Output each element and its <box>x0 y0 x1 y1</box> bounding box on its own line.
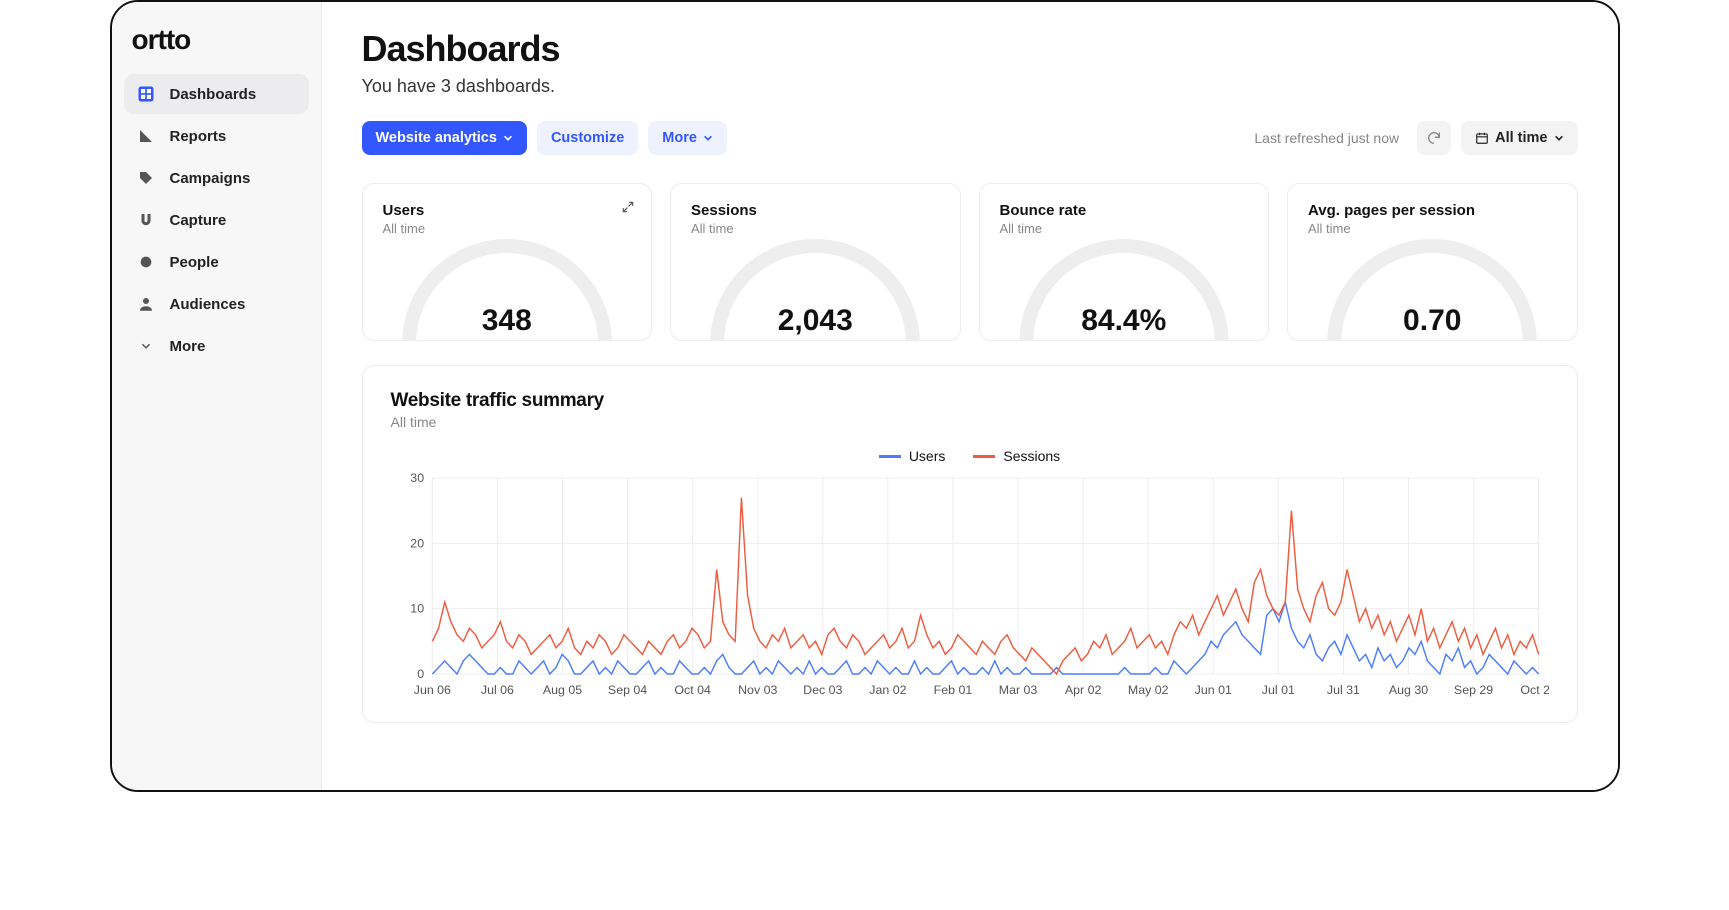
kpi-subtitle: All time <box>383 221 632 236</box>
kpi-gauge: 84.4% <box>1000 244 1249 341</box>
triangle-icon <box>136 126 156 146</box>
kpi-card-users[interactable]: Users All time 348 <box>362 183 653 341</box>
svg-text:May 02: May 02 <box>1127 683 1168 697</box>
svg-text:Oct 04: Oct 04 <box>674 683 711 697</box>
page-subtitle: You have 3 dashboards. <box>362 76 1578 97</box>
legend-swatch-users <box>879 455 901 458</box>
svg-text:30: 30 <box>410 472 424 485</box>
legend-item-sessions: Sessions <box>973 448 1060 464</box>
sidebar-item-campaigns[interactable]: Campaigns <box>124 158 309 198</box>
sidebar-item-label: Campaigns <box>170 170 251 187</box>
expand-icon[interactable] <box>621 200 635 219</box>
dashboard-selector-label: Website analytics <box>376 130 497 146</box>
svg-text:Mar 03: Mar 03 <box>998 683 1037 697</box>
kpi-gauge: 0.70 <box>1308 244 1557 341</box>
svg-text:10: 10 <box>410 602 424 616</box>
chart-legend: Users Sessions <box>391 448 1549 464</box>
refresh-button[interactable] <box>1417 121 1451 155</box>
customize-button[interactable]: Customize <box>537 121 638 155</box>
kpi-value: 2,043 <box>691 304 940 338</box>
chevron-down-icon <box>136 336 156 356</box>
kpi-value: 0.70 <box>1308 304 1557 338</box>
kpi-value: 84.4% <box>1000 304 1249 338</box>
sidebar-item-dashboards[interactable]: Dashboards <box>124 74 309 114</box>
kpi-title: Users <box>383 202 632 219</box>
svg-text:Aug 05: Aug 05 <box>542 683 581 697</box>
sidebar-item-label: People <box>170 254 219 271</box>
kpi-value: 348 <box>383 304 632 338</box>
kpi-gauge: 2,043 <box>691 244 940 341</box>
dashboard-selector-button[interactable]: Website analytics <box>362 121 527 155</box>
svg-text:Nov 03: Nov 03 <box>738 683 777 697</box>
svg-text:Oct 29: Oct 29 <box>1520 683 1549 697</box>
kpi-gauge: 348 <box>383 244 632 341</box>
traffic-summary-card: Website traffic summary All time Users S… <box>362 365 1578 723</box>
legend-label-sessions: Sessions <box>1003 448 1060 464</box>
chevron-down-icon <box>503 133 513 143</box>
kpi-title: Avg. pages per session <box>1308 202 1557 219</box>
refresh-icon <box>1426 130 1442 146</box>
legend-label-users: Users <box>909 448 946 464</box>
svg-text:Sep 29: Sep 29 <box>1453 683 1492 697</box>
magnet-icon <box>136 210 156 230</box>
sidebar-item-label: Dashboards <box>170 86 257 103</box>
svg-text:Jul 06: Jul 06 <box>480 683 513 697</box>
calendar-icon <box>1475 131 1489 145</box>
traffic-subtitle: All time <box>391 414 1549 430</box>
sidebar-item-label: Reports <box>170 128 227 145</box>
sidebar-nav: Dashboards Reports Campaigns Capture People A… <box>124 74 309 366</box>
sidebar-item-audiences[interactable]: Audiences <box>124 284 309 324</box>
kpi-title: Bounce rate <box>1000 202 1249 219</box>
page-title: Dashboards <box>362 28 1578 70</box>
svg-text:Jan 02: Jan 02 <box>869 683 906 697</box>
kpi-title: Sessions <box>691 202 940 219</box>
more-button-label: More <box>662 130 697 146</box>
sidebar: ortto Dashboards Reports Campaigns Capture P… <box>112 2 322 790</box>
sidebar-item-reports[interactable]: Reports <box>124 116 309 156</box>
person-icon <box>136 294 156 314</box>
app-window: ortto Dashboards Reports Campaigns Capture P… <box>110 0 1620 792</box>
chevron-down-icon <box>1554 133 1564 143</box>
sidebar-item-capture[interactable]: Capture <box>124 200 309 240</box>
time-range-label: All time <box>1495 130 1547 146</box>
refresh-status-text: Last refreshed just now <box>1254 130 1399 146</box>
sidebar-item-label: More <box>170 338 206 355</box>
svg-text:Dec 03: Dec 03 <box>803 683 842 697</box>
circle-icon <box>136 252 156 272</box>
time-range-button[interactable]: All time <box>1461 121 1577 155</box>
svg-text:Jul 01: Jul 01 <box>1261 683 1294 697</box>
kpi-card-avg-pages-per-session[interactable]: Avg. pages per session All time 0.70 <box>1287 183 1578 341</box>
kpi-subtitle: All time <box>1000 221 1249 236</box>
svg-text:Aug 30: Aug 30 <box>1388 683 1427 697</box>
svg-text:0: 0 <box>417 667 424 681</box>
svg-text:Jun 01: Jun 01 <box>1194 683 1231 697</box>
sidebar-item-more[interactable]: More <box>124 326 309 366</box>
sidebar-item-label: Capture <box>170 212 227 229</box>
main-content: Dashboards You have 3 dashboards. Websit… <box>322 2 1618 790</box>
traffic-chart: 0 10 20 30 Jun 06 Jul 06 Aug 05 Sep 04 Oct 04 Nov… <box>391 472 1549 702</box>
kpi-card-bounce-rate[interactable]: Bounce rate All time 84.4% <box>979 183 1270 341</box>
kpi-row: Users All time 348 Sessions All time 2,043 Bou… <box>362 183 1578 341</box>
legend-swatch-sessions <box>973 455 995 458</box>
svg-text:Jul 31: Jul 31 <box>1326 683 1359 697</box>
svg-text:20: 20 <box>410 537 424 551</box>
kpi-subtitle: All time <box>1308 221 1557 236</box>
tag-icon <box>136 168 156 188</box>
traffic-title: Website traffic summary <box>391 390 1549 412</box>
svg-text:Apr 02: Apr 02 <box>1064 683 1101 697</box>
more-button[interactable]: More <box>648 121 727 155</box>
brand-logo: ortto <box>124 20 309 74</box>
svg-text:Jun 06: Jun 06 <box>413 683 450 697</box>
toolbar: Website analytics Customize More Last re… <box>362 121 1578 155</box>
sidebar-item-label: Audiences <box>170 296 246 313</box>
dashboard-icon <box>136 84 156 104</box>
kpi-subtitle: All time <box>691 221 940 236</box>
svg-text:Sep 04: Sep 04 <box>607 683 646 697</box>
legend-item-users: Users <box>879 448 946 464</box>
kpi-card-sessions[interactable]: Sessions All time 2,043 <box>670 183 961 341</box>
sidebar-item-people[interactable]: People <box>124 242 309 282</box>
svg-text:Feb 01: Feb 01 <box>933 683 972 697</box>
chevron-down-icon <box>703 133 713 143</box>
